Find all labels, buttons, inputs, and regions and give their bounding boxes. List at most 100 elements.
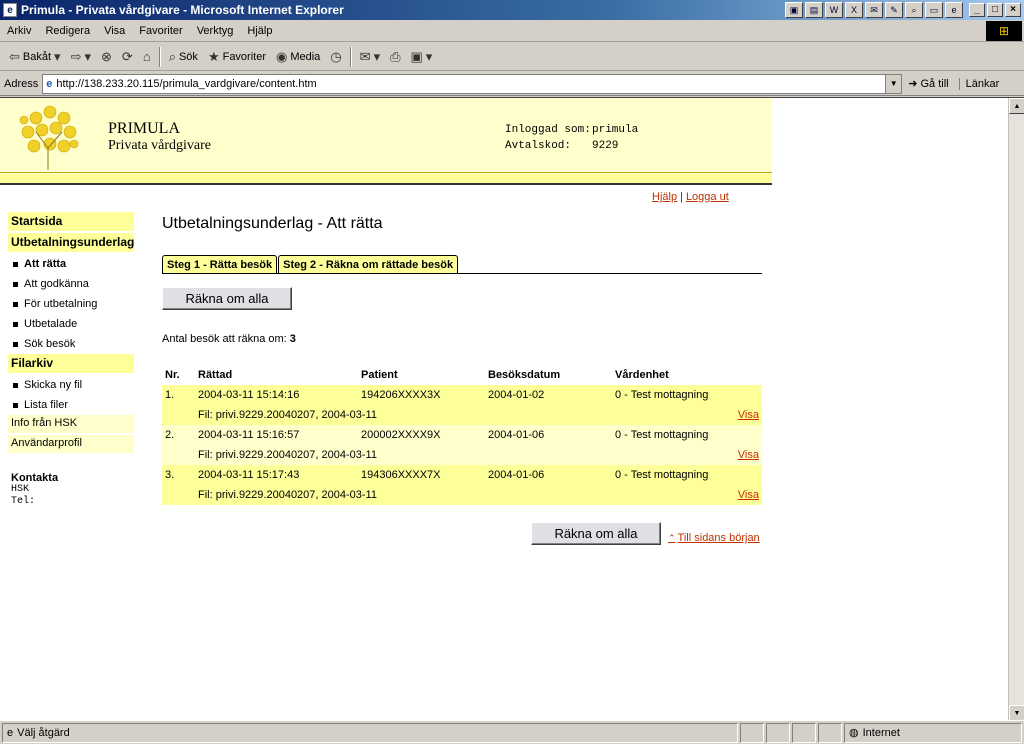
go-button[interactable]: ➜ Gå till [908,77,949,91]
sidebar-item-info-hsk[interactable]: Info från HSK [8,415,134,433]
status-cell [818,722,842,743]
tab-step-2[interactable]: Steg 2 - Räkna om rättade besök [278,255,459,273]
visa-link[interactable]: Visa [738,449,759,461]
help-link[interactable]: Hjälp [652,191,677,203]
cell-patient: 194306XXXX7X [358,465,485,485]
globe-icon: ◍ [849,727,859,739]
back-button[interactable]: ⇦ Bakåt ▾ [4,46,66,68]
menu-verktyg[interactable]: Verktyg [190,25,241,37]
menu-hjalp[interactable]: Hjälp [240,25,279,37]
login-info: Inloggad som: primula Avtalskod: 9229 [505,122,638,154]
media-button[interactable]: ◉ Media [271,46,325,68]
sidebar-item-att-ratta[interactable]: Att rätta [8,254,134,274]
cell-rattad: 2004-03-11 15:17:43 [195,465,358,485]
maximize-button[interactable]: □ [987,3,1003,17]
status-cell [792,722,816,743]
cell-nr: 2. [162,425,195,445]
step-tabs: Steg 1 - Rätta besök Steg 2 - Räkna om r… [162,255,762,274]
login-row: Inloggad som: primula [505,122,638,138]
contact-title: Kontakta [11,472,59,484]
sidebar-item-sok-besok[interactable]: Sök besök [8,334,134,354]
cell-patient: 194206XXXX3X [358,385,485,405]
menu-arkiv[interactable]: Arkiv [0,25,38,37]
scroll-up-icon[interactable]: ▲ [1009,98,1024,114]
minimize-button[interactable]: _ [969,3,985,17]
search-label: Sök [178,50,198,63]
code-value: 9229 [592,140,619,152]
mail-button[interactable]: ✉ ▾ [355,46,385,68]
sidebar-item-att-godkanna[interactable]: Att godkänna [8,274,134,294]
menu-visa[interactable]: Visa [97,25,132,37]
cell-fil: Fil: privi.9229.20040207, 2004-03-11 [195,445,612,465]
address-input[interactable]: e http://138.233.20.115/primula_vardgiva… [42,73,903,94]
monitor-icon[interactable]: ▭ [925,2,943,18]
title-bar: e Primula - Privata vårdgivare - Microso… [0,0,1024,20]
tab-step-1[interactable]: Steg 1 - Rätta besök [162,255,278,273]
window-controls: _ □ × [969,3,1021,17]
header-divider [0,172,772,173]
visa-link[interactable]: Visa [738,489,759,501]
go-label: Gå till [920,77,949,90]
sidebar-item-utbetalade[interactable]: Utbetalade [8,314,134,334]
word-icon[interactable]: W [825,2,843,18]
address-dropdown-icon[interactable]: ▼ [885,74,902,93]
header-divider-bottom [0,183,772,185]
ie-app-icon: e [3,3,17,17]
menu-favoriter[interactable]: Favoriter [132,25,189,37]
cell-datum: 2004-01-06 [485,425,612,445]
status-text: Välj åtgärd [17,726,70,739]
sidebar-item-lista-filer[interactable]: Lista filer [8,395,134,415]
sidebar-section-filarkiv[interactable]: Filarkiv [8,354,134,373]
sidebar-item-startsida[interactable]: Startsida [8,212,134,231]
search-button[interactable]: ⌕ Sök [164,46,203,68]
page-status-icon: e [7,726,14,739]
refresh-button[interactable]: ⟳ [117,46,138,68]
table-row: 3. 2004-03-11 15:17:43 194306XXXX7X 2004… [162,465,762,485]
logout-link[interactable]: Logga ut [686,191,729,203]
recalc-all-button-bottom[interactable]: Räkna om alla [531,522,661,545]
cell-patient: 200002XXXX9X [358,425,485,445]
count-label: Antal besök att räkna om: [162,333,287,345]
excel-icon[interactable]: X [845,2,863,18]
cell-enhet: 0 - Test mottagning [612,385,762,405]
edit-button[interactable]: ▣ ▾ [406,46,438,68]
security-zone: ◍ Internet [844,722,1022,743]
toolbar: ⇦ Bakåt ▾ ⇨ ▾ ⊗ ⟳ ⌂ ⌕ Sök ★ Favoriter ◉ … [0,43,1024,71]
sidebar-item-skicka-ny-fil[interactable]: Skicka ny fil [8,375,134,395]
login-value: primula [592,124,639,136]
table-row-file: Fil: privi.9229.20040207, 2004-03-11 Vis… [162,405,762,425]
scroll-down-icon[interactable]: ▼ [1009,705,1024,720]
menu-redigera[interactable]: Redigera [38,25,97,37]
page-title: Utbetalningsunderlag - Att rätta [162,215,383,232]
forward-button[interactable]: ⇨ ▾ [66,46,96,68]
print-button[interactable]: ⎙ [385,46,405,68]
outlook-icon[interactable]: ✉ [865,2,883,18]
explorer-icon[interactable]: ⌕ [905,2,923,18]
edit-icon: ▣ [410,48,423,64]
brand-title: PRIMULA [108,120,181,137]
visa-link[interactable]: Visa [738,409,759,421]
history-button[interactable]: ◷ [325,46,346,68]
links-button[interactable]: Länkar [958,77,999,90]
vertical-scrollbar[interactable]: ▲ ▼ [1008,98,1024,720]
sidebar-item-for-utbetalning[interactable]: För utbetalning [8,294,134,314]
cell-rattad: 2004-03-11 15:14:16 [195,385,358,405]
paint-icon[interactable]: ✎ [885,2,903,18]
col-nr: Nr. [162,365,195,385]
ie-icon[interactable]: e [945,2,963,18]
notepad-icon[interactable]: ▤ [805,2,823,18]
cell-enhet: 0 - Test mottagning [612,465,762,485]
favorites-button[interactable]: ★ Favoriter [203,46,271,68]
sidebar-item-anvandarprofil[interactable]: Användarprofil [8,435,134,453]
recalc-all-button-top[interactable]: Räkna om alla [162,287,292,310]
stop-button[interactable]: ⊗ [96,46,117,68]
windows-logo-icon: ⊞ [986,20,1022,41]
top-of-page-link[interactable]: ⌃ Till sidans början [668,532,760,544]
app-icon-1[interactable]: ▣ [785,2,803,18]
sidebar-section-utbetalningsunderlag[interactable]: Utbetalningsunderlag [8,233,134,252]
count-value: 3 [289,333,296,345]
close-button[interactable]: × [1005,3,1021,17]
home-button[interactable]: ⌂ [138,46,156,68]
cell-nr: 3. [162,465,195,485]
address-url[interactable]: http://138.233.20.115/primula_vardgivare… [56,78,885,90]
